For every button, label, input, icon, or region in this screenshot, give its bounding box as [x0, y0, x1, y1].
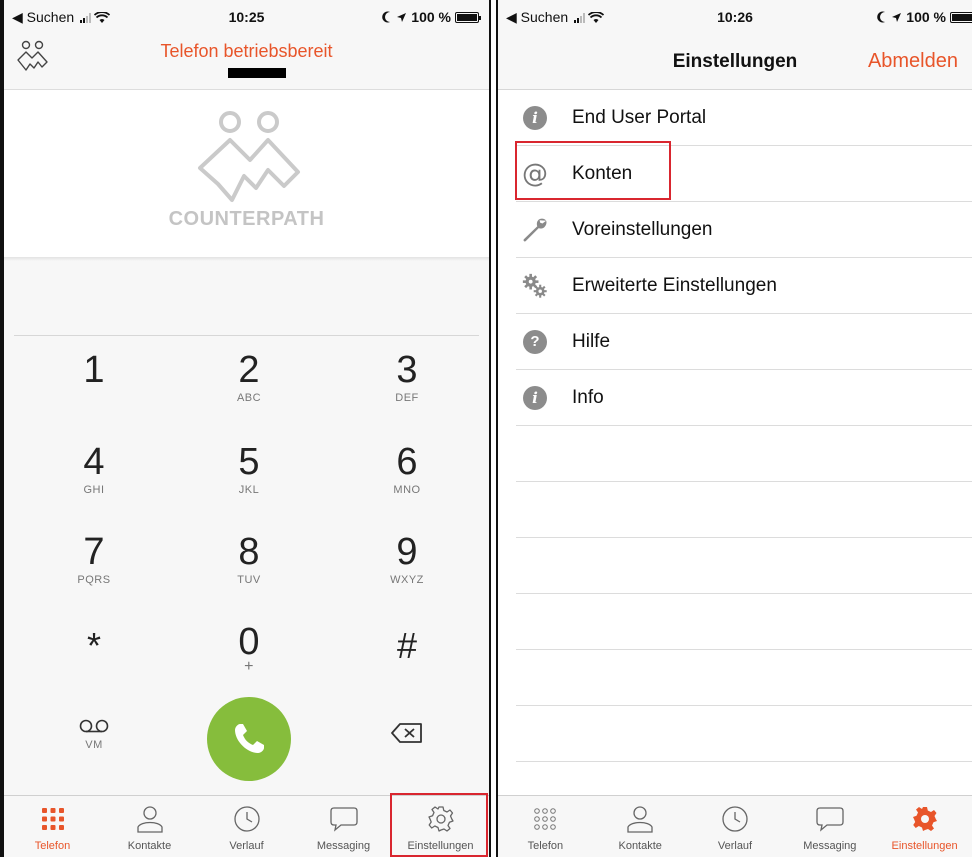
- voicemail-button[interactable]: VM: [34, 718, 154, 798]
- key-1[interactable]: 1: [34, 350, 154, 430]
- empty-list-row: [516, 426, 972, 482]
- battery-icon: [455, 11, 481, 23]
- battery-percent: 100 %: [906, 9, 946, 25]
- moon-icon: [382, 11, 391, 23]
- tab-verlauf[interactable]: Verlauf: [688, 796, 783, 857]
- dialpad-icon: [41, 808, 64, 830]
- key-7[interactable]: 7 PQRS: [34, 532, 154, 612]
- moon-icon: [877, 11, 886, 23]
- key-star[interactable]: *: [34, 618, 154, 698]
- key-8[interactable]: 8 TUV: [189, 532, 309, 612]
- gear-icon: [912, 807, 937, 831]
- clock-icon: [233, 806, 260, 832]
- phone-status-title: Telefon betriebsbereit: [160, 41, 333, 61]
- settings-header: Einstellungen Abmelden: [498, 30, 972, 90]
- key-4[interactable]: 4 GHI: [34, 442, 154, 522]
- key-5[interactable]: 5 JKL: [189, 442, 309, 522]
- settings-item-info[interactable]: i Info: [516, 370, 972, 426]
- key-0[interactable]: 0 +: [189, 622, 309, 702]
- contact-icon: [627, 806, 653, 833]
- highlight-konten-item: [515, 141, 671, 200]
- phone-header: Telefon betriebsbereit: [4, 30, 489, 90]
- key-9[interactable]: 9 WXYZ: [347, 532, 467, 612]
- chat-bubble-icon: [816, 807, 844, 832]
- info-icon: i: [523, 106, 547, 130]
- location-arrow-icon: [892, 12, 902, 22]
- call-button[interactable]: [207, 697, 291, 781]
- backspace-button[interactable]: [347, 722, 467, 802]
- voicemail-label: VM: [85, 739, 103, 751]
- phone-screen: ◀ Suchen 10:25 100 % Telefon betriebsber…: [4, 0, 489, 857]
- tab-einstellungen[interactable]: Einstellungen: [877, 796, 972, 857]
- dialpad-icon: [534, 808, 557, 830]
- logo-separator: [4, 257, 489, 261]
- counterpath-logo: [198, 111, 300, 202]
- key-6[interactable]: 6 MNO: [347, 442, 467, 522]
- settings-item-end-user-portal[interactable]: i End User Portal: [516, 90, 972, 146]
- info-icon: i: [523, 386, 547, 410]
- empty-list-row: [516, 538, 972, 594]
- phone-handset-icon: [235, 724, 264, 753]
- tab-messaging[interactable]: Messaging: [295, 796, 392, 857]
- redacted-account-name: [228, 68, 286, 78]
- tab-kontakte[interactable]: Kontakte: [101, 796, 198, 857]
- settings-screen: ◀ Suchen 10:26 100 % Einstellungen Abmel…: [498, 0, 972, 857]
- tab-messaging[interactable]: Messaging: [782, 796, 877, 857]
- tab-bar: Telefon Kontakte Verlauf Messaging Einst…: [498, 795, 972, 857]
- empty-list-row: [516, 482, 972, 538]
- status-bar: ◀ Suchen 10:25 100 %: [4, 0, 489, 30]
- empty-list-row: [516, 706, 972, 762]
- location-arrow-icon: [397, 12, 407, 22]
- settings-item-voreinstellungen[interactable]: Voreinstellungen: [516, 202, 972, 258]
- clock-icon: [722, 806, 748, 832]
- contact-icon: [136, 806, 163, 833]
- help-icon: ?: [523, 330, 547, 354]
- logout-button[interactable]: Abmelden: [868, 50, 958, 73]
- gears-icon: [522, 273, 547, 298]
- tab-telefon[interactable]: Telefon: [4, 796, 101, 857]
- key-hash[interactable]: #: [347, 618, 467, 698]
- logo-area: COUNTERPATH: [4, 90, 489, 260]
- tab-verlauf[interactable]: Verlauf: [198, 796, 295, 857]
- tab-kontakte[interactable]: Kontakte: [593, 796, 688, 857]
- tab-telefon[interactable]: Telefon: [498, 796, 593, 857]
- key-2[interactable]: 2 ABC: [189, 350, 309, 430]
- status-bar: ◀ Suchen 10:26 100 %: [498, 0, 972, 30]
- battery-icon: [950, 11, 972, 23]
- backspace-icon: [391, 723, 422, 743]
- dialed-number-display[interactable]: [14, 262, 479, 336]
- voicemail-icon: [79, 719, 109, 733]
- settings-item-hilfe[interactable]: ? Hilfe: [516, 314, 972, 370]
- highlight-einstellungen-tab: [390, 793, 488, 857]
- settings-item-erweiterte-einstellungen[interactable]: Erweiterte Einstellungen: [516, 258, 972, 314]
- chat-bubble-icon: [329, 807, 358, 832]
- counterpath-wordmark: COUNTERPATH: [168, 208, 325, 230]
- key-3[interactable]: 3 DEF: [347, 350, 467, 430]
- empty-list-row: [516, 594, 972, 650]
- wrench-icon: [523, 218, 547, 242]
- empty-list-row: [516, 650, 972, 706]
- battery-percent: 100 %: [411, 9, 451, 25]
